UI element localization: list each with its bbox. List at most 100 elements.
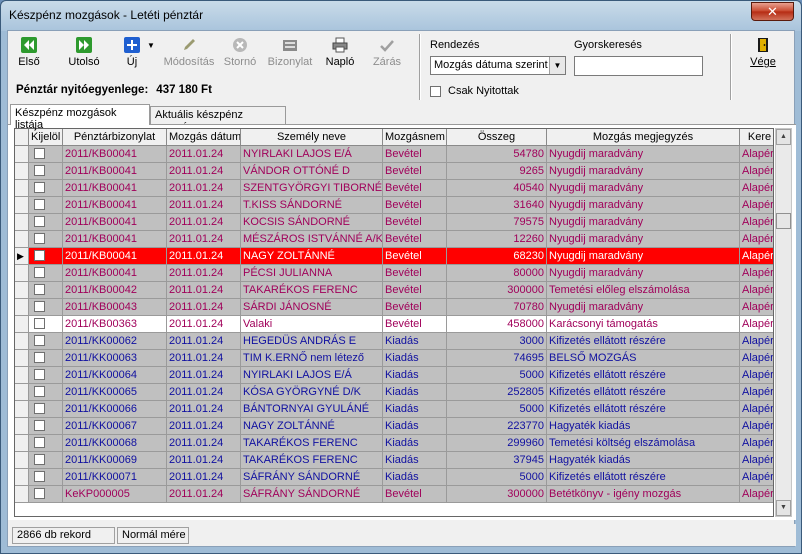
row-indicator[interactable] [15,265,29,282]
row-select-checkbox[interactable] [34,165,45,176]
movement-grid[interactable]: Kijelöl Pénztárbizonylat Mozgás dátum Szemé… [14,128,774,517]
header-col-type[interactable]: Mozgásnem [383,129,447,146]
row-indicator[interactable] [15,163,29,180]
tab-current-movement[interactable]: Aktuális készpénz mozgás [150,106,286,133]
vertical-scrollbar[interactable]: ▲ ▼ [775,128,792,517]
row-indicator[interactable] [15,214,29,231]
close-window-button[interactable]: ✕ [751,2,794,21]
table-row[interactable]: ▶ 2011/KB00041 2011.01.24 NAGY ZOLTÁNNÉ Bevé… [15,248,773,265]
table-row[interactable]: 2011/KB00041 2011.01.24 NYIRLAKI LAJOS E/Á… [15,146,773,163]
table-row[interactable]: 2011/KK00071 2011.01.24 SÁFRÁNY SÁNDORNÉ Ki… [15,469,773,486]
chevron-down-icon[interactable]: ▼ [549,57,565,74]
row-select-checkbox[interactable] [34,369,45,380]
table-row[interactable]: 2011/KB00041 2011.01.24 T.KISS SÁNDORNÉ Bev… [15,197,773,214]
row-select-checkbox[interactable] [34,182,45,193]
table-row[interactable]: 2011/KK00065 2011.01.24 KÓSA GYÖRGYNÉ D/K K… [15,384,773,401]
row-select-checkbox[interactable] [34,267,45,278]
close-record-button[interactable]: Zárás [371,37,403,77]
only-open-checkbox[interactable] [430,86,441,97]
header-col-amount[interactable]: Összeg [447,129,547,146]
log-button[interactable]: Napló [324,37,356,77]
cell-name: T.KISS SÁNDORNÉ [241,197,383,214]
row-indicator[interactable] [15,469,29,486]
table-row[interactable]: 2011/KB00043 2011.01.24 SÁRDI JÁNOSNÉ Bevét… [15,299,773,316]
current-row-arrow-icon[interactable]: ▶ [15,248,29,265]
cancel-button[interactable]: Stornó [222,37,258,77]
row-select-checkbox[interactable] [34,284,45,295]
table-row[interactable]: 2011/KK00069 2011.01.24 TAKARÉKOS FERENC Ki… [15,452,773,469]
row-indicator[interactable] [15,146,29,163]
row-indicator[interactable] [15,350,29,367]
row-select-checkbox[interactable] [34,488,45,499]
row-select-checkbox[interactable] [34,403,45,414]
cell-doc: 2011/KK00066 [63,401,167,418]
first-button[interactable]: Első [14,37,44,77]
row-indicator[interactable] [15,316,29,333]
new-dropdown-arrow-icon[interactable]: ▼ [146,41,156,81]
table-row[interactable]: 2011/KB00041 2011.01.24 VÁNDOR OTTÓNÉ D Bev… [15,163,773,180]
row-indicator[interactable] [15,486,29,503]
row-indicator[interactable] [15,299,29,316]
quicksearch-input[interactable] [574,56,703,76]
exit-button[interactable]: Vége [746,37,780,77]
row-select-checkbox[interactable] [34,454,45,465]
table-row[interactable]: 2011/KK00068 2011.01.24 TAKARÉKOS FERENC Ki… [15,435,773,452]
scroll-thumb[interactable] [776,213,791,229]
row-indicator[interactable] [15,384,29,401]
table-row[interactable]: 2011/KB00041 2011.01.24 KOCSIS SÁNDORNÉ Bev… [15,214,773,231]
header-col-doc[interactable]: Pénztárbizonylat [63,129,167,146]
row-select-checkbox[interactable] [34,386,45,397]
table-row[interactable]: 2011/KB00363 2011.01.24 Valaki Bevétel 45800… [15,316,773,333]
table-row[interactable]: KeKP000005 2011.01.24 SÁFRÁNY SÁNDORNÉ Bevé… [15,486,773,503]
cell-amount: 5000 [447,367,547,384]
row-indicator[interactable] [15,435,29,452]
door-exit-icon [758,38,768,52]
row-select-checkbox[interactable] [34,233,45,244]
scroll-down-icon[interactable]: ▼ [776,500,791,516]
row-select-checkbox[interactable] [34,352,45,363]
table-row[interactable]: 2011/KK00066 2011.01.24 BÁNTORNYAI GYULÁNÉ… [15,401,773,418]
table-row[interactable]: 2011/KK00062 2011.01.24 HEGEDÜS ANDRÁS E Ki… [15,333,773,350]
row-indicator[interactable] [15,180,29,197]
row-select-checkbox[interactable] [34,148,45,159]
row-indicator[interactable] [15,401,29,418]
table-row[interactable]: 2011/KB00042 2011.01.24 TAKARÉKOS FERENC Be… [15,282,773,299]
row-indicator[interactable] [15,418,29,435]
table-row[interactable]: 2011/KB00041 2011.01.24 SZENTGYÖRGYI TIBOR… [15,180,773,197]
cell-note: Nyugdij maradvány [547,231,740,248]
row-indicator[interactable] [15,333,29,350]
row-select-checkbox[interactable] [34,437,45,448]
row-select-checkbox[interactable] [34,318,45,329]
header-col-name[interactable]: Személy neve [241,129,383,146]
row-indicator[interactable] [15,367,29,384]
table-row[interactable]: 2011/KK00067 2011.01.24 NAGY ZOLTÁNNÉ Kiadá… [15,418,773,435]
row-select-checkbox[interactable] [34,335,45,346]
row-select-checkbox[interactable] [34,199,45,210]
tab-movement-list[interactable]: Készpénz mozgások listája [10,104,150,131]
row-select-checkbox[interactable] [34,420,45,431]
modify-button[interactable]: Módosítás [163,37,215,77]
sort-select[interactable]: Mozgás dátuma szerint ▼ [430,56,566,75]
row-indicator[interactable] [15,282,29,299]
header-col-extra[interactable]: Kere [740,129,773,146]
header-col-note[interactable]: Mozgás megjegyzés [547,129,740,146]
row-select-checkbox[interactable] [34,471,45,482]
table-row[interactable]: 2011/KK00064 2011.01.24 NYIRLAKI LAJOS E/Á… [15,367,773,384]
cell-extra: Alapér [740,384,773,401]
row-select-checkbox[interactable] [34,250,45,261]
voucher-button[interactable]: Bizonylat [266,37,314,77]
table-row[interactable]: 2011/KK00063 2011.01.24 TIM K.ERNŐ nem lét… [15,350,773,367]
row-select-checkbox[interactable] [34,301,45,312]
header-col-date[interactable]: Mozgás dátum [167,129,241,146]
row-indicator[interactable] [15,197,29,214]
row-select-checkbox[interactable] [34,216,45,227]
cell-extra: Alapér [740,486,773,503]
new-button[interactable]: Új [121,37,143,77]
last-button[interactable]: Utolsó [64,37,104,77]
scroll-up-icon[interactable]: ▲ [776,129,791,145]
table-row[interactable]: 2011/KB00041 2011.01.24 PÉCSI JULIANNA Bevé… [15,265,773,282]
row-indicator[interactable] [15,452,29,469]
row-indicator[interactable] [15,231,29,248]
header-col-select[interactable]: Kijelöl [29,129,63,146]
table-row[interactable]: 2011/KB00041 2011.01.24 MÉSZÁROS ISTVÁNNÉ … [15,231,773,248]
